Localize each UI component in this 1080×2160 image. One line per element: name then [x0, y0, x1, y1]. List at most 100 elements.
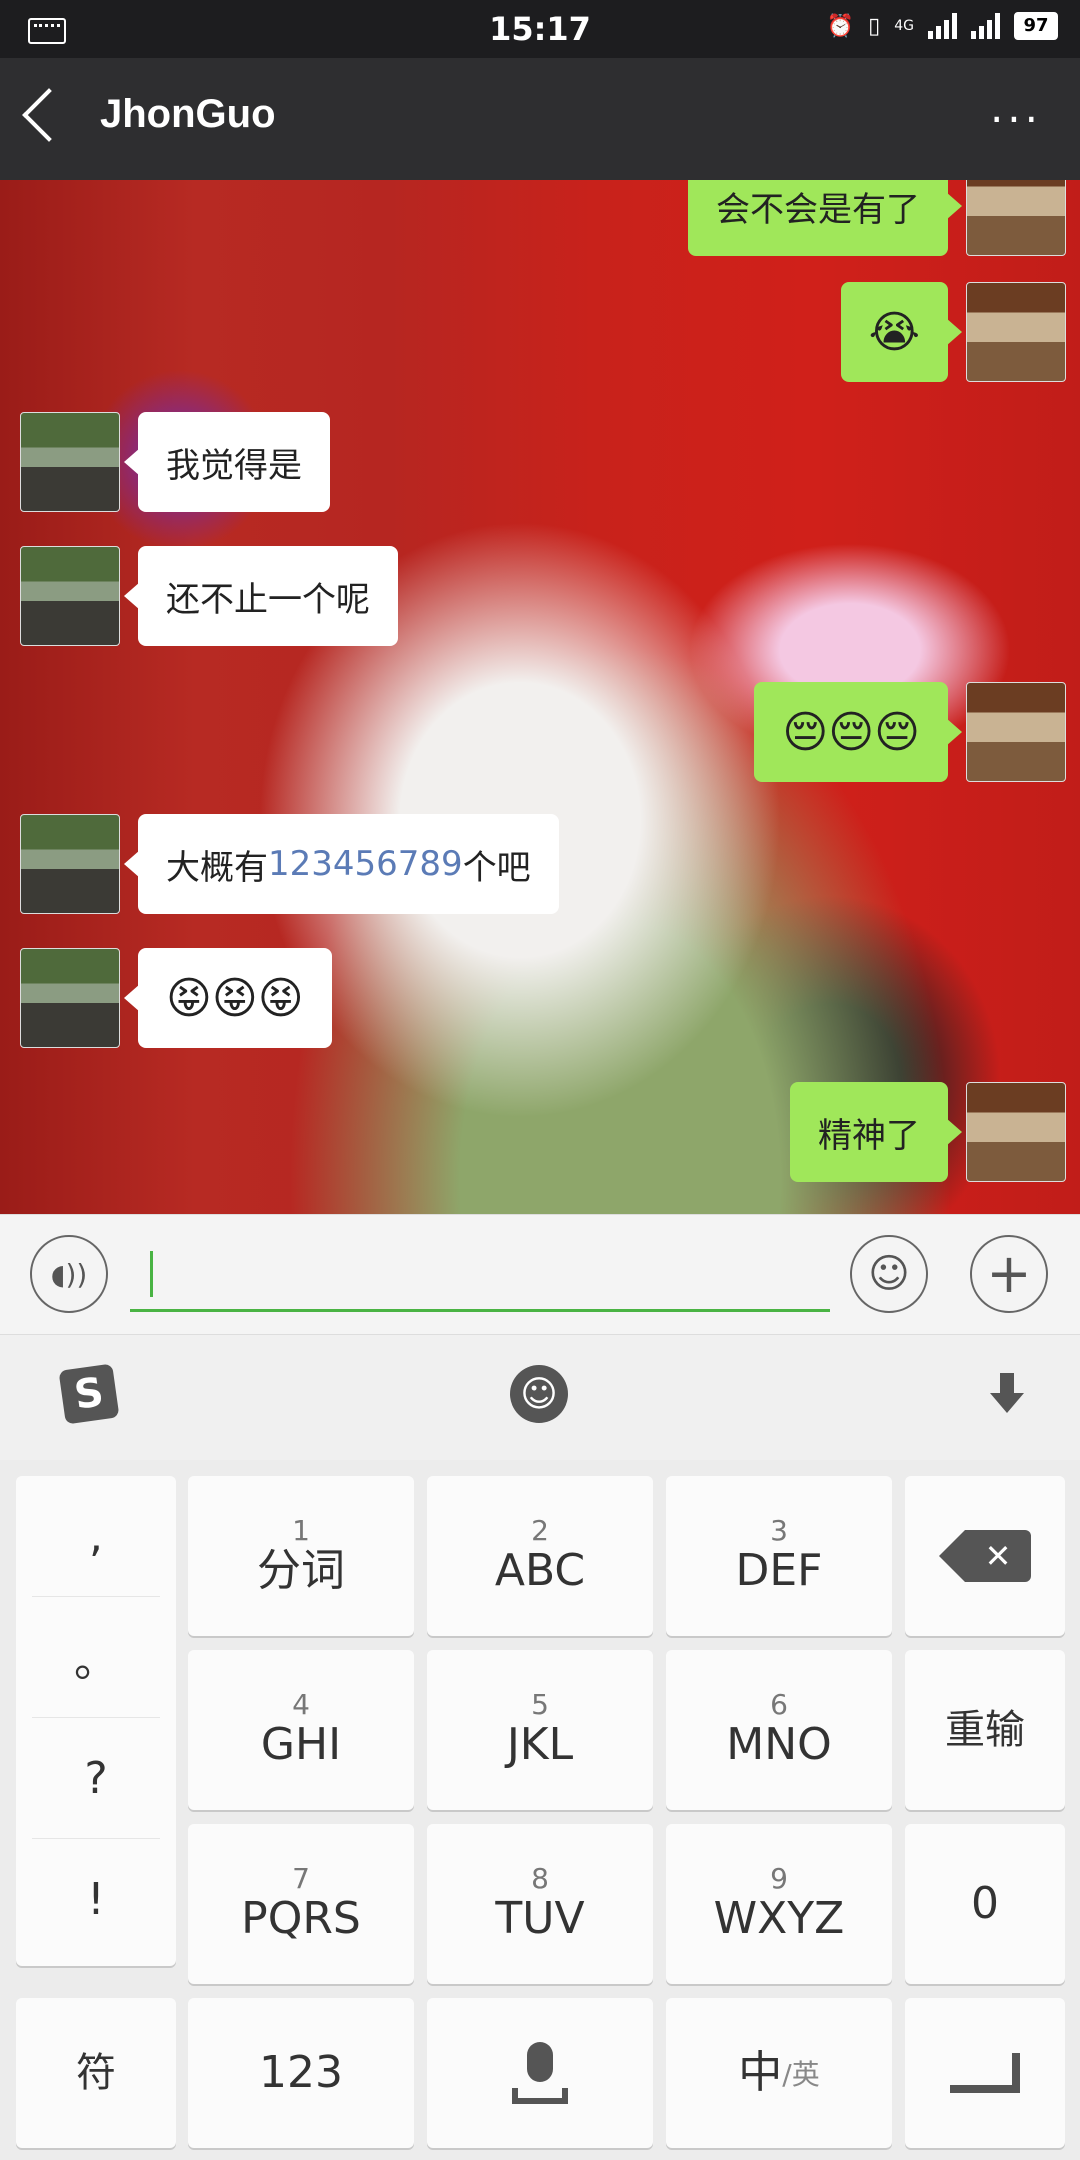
message-text: 大概有 — [166, 847, 268, 888]
key-label: 符 — [76, 2050, 116, 2096]
message-left: 大概有 123456789 个吧 — [20, 814, 559, 914]
message-right: 精神了 — [790, 1082, 1066, 1182]
key-label: 0 — [971, 1878, 999, 1929]
key-label: WXYZ — [713, 1893, 845, 1944]
avatar[interactable] — [20, 814, 120, 914]
key-number: 1 — [292, 1514, 310, 1547]
avatar[interactable] — [966, 1082, 1066, 1182]
status-bar: 15:17 ⏰ ▯ 4G 97 — [0, 0, 1080, 58]
message-text: 个吧 — [462, 847, 531, 888]
message-bubble[interactable]: 大概有 123456789 个吧 — [124, 814, 559, 914]
message-bubble[interactable]: 😭 — [840, 282, 963, 382]
message-left: 😝😝😝 — [20, 948, 332, 1048]
chat-header: JhonGuo ··· — [0, 58, 1080, 180]
numbers-key[interactable]: 123 — [188, 1998, 414, 2148]
battery-icon: 97 — [1014, 12, 1058, 40]
back-icon[interactable] — [22, 88, 76, 142]
key-label: JKL — [506, 1719, 574, 1770]
status-icons: ⏰ ▯ 4G 97 — [827, 12, 1058, 40]
message-right: 会不会是有了 — [688, 180, 1066, 256]
punct-key[interactable]: ? — [32, 1718, 160, 1839]
key-label: GHI — [260, 1719, 342, 1770]
message-bubble[interactable]: 我觉得是 — [124, 412, 330, 512]
language-switch-key[interactable]: 中 /英 — [666, 1998, 892, 2148]
key-label: 123 — [259, 2047, 343, 2098]
avatar[interactable] — [966, 180, 1066, 256]
key-label: DEF — [735, 1545, 823, 1596]
key-number: 6 — [770, 1688, 788, 1721]
chat-title: JhonGuo — [100, 92, 276, 136]
input-bar: ◖)) ☺ + — [0, 1214, 1080, 1335]
key-4[interactable]: 4 GHI — [188, 1650, 414, 1810]
backspace-key[interactable] — [905, 1476, 1065, 1636]
punct-key[interactable]: ! — [32, 1839, 160, 1959]
avatar[interactable] — [966, 282, 1066, 382]
punct-key[interactable]: , — [32, 1476, 160, 1597]
punctuation-column: , 。 ? ! — [16, 1476, 176, 1966]
avatar[interactable] — [20, 412, 120, 512]
text-cursor — [150, 1251, 153, 1297]
key-label: 中 — [738, 2047, 783, 2098]
reinput-key[interactable]: 重输 — [905, 1650, 1065, 1810]
chat-area[interactable]: 会不会是有了 😭 我觉得是 还不止一个呢 😔😔😔 大概有 123456789 个… — [0, 180, 1080, 1214]
avatar[interactable] — [966, 682, 1066, 782]
avatar[interactable] — [20, 948, 120, 1048]
key-number: 2 — [531, 1514, 549, 1547]
key-label: PQRS — [241, 1893, 361, 1944]
key-number: 8 — [531, 1862, 549, 1895]
key-number: 7 — [292, 1862, 310, 1895]
emoji-icon[interactable]: ☺ — [850, 1235, 928, 1313]
key-number: 3 — [770, 1514, 788, 1547]
key-label: TUV — [495, 1893, 585, 1944]
vibrate-icon: ▯ — [868, 13, 881, 39]
zero-key[interactable]: 0 — [905, 1824, 1065, 1984]
key-2[interactable]: 2 ABC — [427, 1476, 653, 1636]
punct-key[interactable]: 。 — [32, 1597, 160, 1718]
mic-icon — [527, 2042, 553, 2082]
message-bubble[interactable]: 会不会是有了 — [688, 180, 962, 256]
keyboard-toolbar: S ☺ — [0, 1334, 1080, 1461]
emoji-icon[interactable]: ☺ — [510, 1365, 568, 1423]
mic-base — [512, 2088, 568, 2104]
network-label: 4G — [894, 18, 914, 34]
key-label: ABC — [494, 1545, 586, 1596]
message-left: 我觉得是 — [20, 412, 330, 512]
alarm-icon: ⏰ — [826, 13, 855, 39]
key-6[interactable]: 6 MNO — [666, 1650, 892, 1810]
enter-icon — [950, 2053, 1020, 2093]
message-bubble[interactable]: 精神了 — [790, 1082, 962, 1182]
key-5[interactable]: 5 JKL — [427, 1650, 653, 1810]
sogou-logo-icon[interactable]: S — [58, 1363, 120, 1425]
key-number: 9 — [770, 1862, 788, 1895]
enter-key[interactable] — [905, 1998, 1065, 2148]
voice-icon[interactable]: ◖)) — [30, 1235, 108, 1313]
key-7[interactable]: 7 PQRS — [188, 1824, 414, 1984]
message-bubble[interactable]: 还不止一个呢 — [124, 546, 398, 646]
message-input[interactable] — [130, 1243, 830, 1312]
phone-number-link[interactable]: 123456789 — [268, 844, 463, 884]
signal-icon-2 — [971, 13, 1000, 39]
backspace-icon — [939, 1530, 1031, 1582]
key-9[interactable]: 9 WXYZ — [666, 1824, 892, 1984]
keyboard: , 。 ? ! 1 分词 2 ABC 3 DEF 4 GHI 5 JKL 6 M… — [0, 1460, 1080, 2160]
message-left: 还不止一个呢 — [20, 546, 398, 646]
key-3[interactable]: 3 DEF — [666, 1476, 892, 1636]
plus-icon[interactable]: + — [970, 1235, 1048, 1313]
key-label: MNO — [726, 1719, 832, 1770]
key-sublabel: /英 — [782, 2058, 820, 2091]
key-label: 重输 — [945, 1707, 1025, 1753]
key-number: 5 — [531, 1688, 549, 1721]
key-number: 4 — [292, 1688, 310, 1721]
hide-keyboard-icon[interactable] — [990, 1373, 1024, 1413]
key-8[interactable]: 8 TUV — [427, 1824, 653, 1984]
message-right: 😔😔😔 — [754, 682, 1066, 782]
key-label: 分词 — [257, 1545, 345, 1596]
message-bubble[interactable]: 😔😔😔 — [754, 682, 962, 782]
message-bubble[interactable]: 😝😝😝 — [124, 948, 332, 1048]
symbols-key[interactable]: 符 — [16, 1998, 176, 2148]
more-icon[interactable]: ··· — [990, 99, 1042, 141]
message-right: 😭 — [840, 282, 1066, 382]
avatar[interactable] — [20, 546, 120, 646]
key-1[interactable]: 1 分词 — [188, 1476, 414, 1636]
voice-input-key[interactable] — [427, 1998, 653, 2148]
